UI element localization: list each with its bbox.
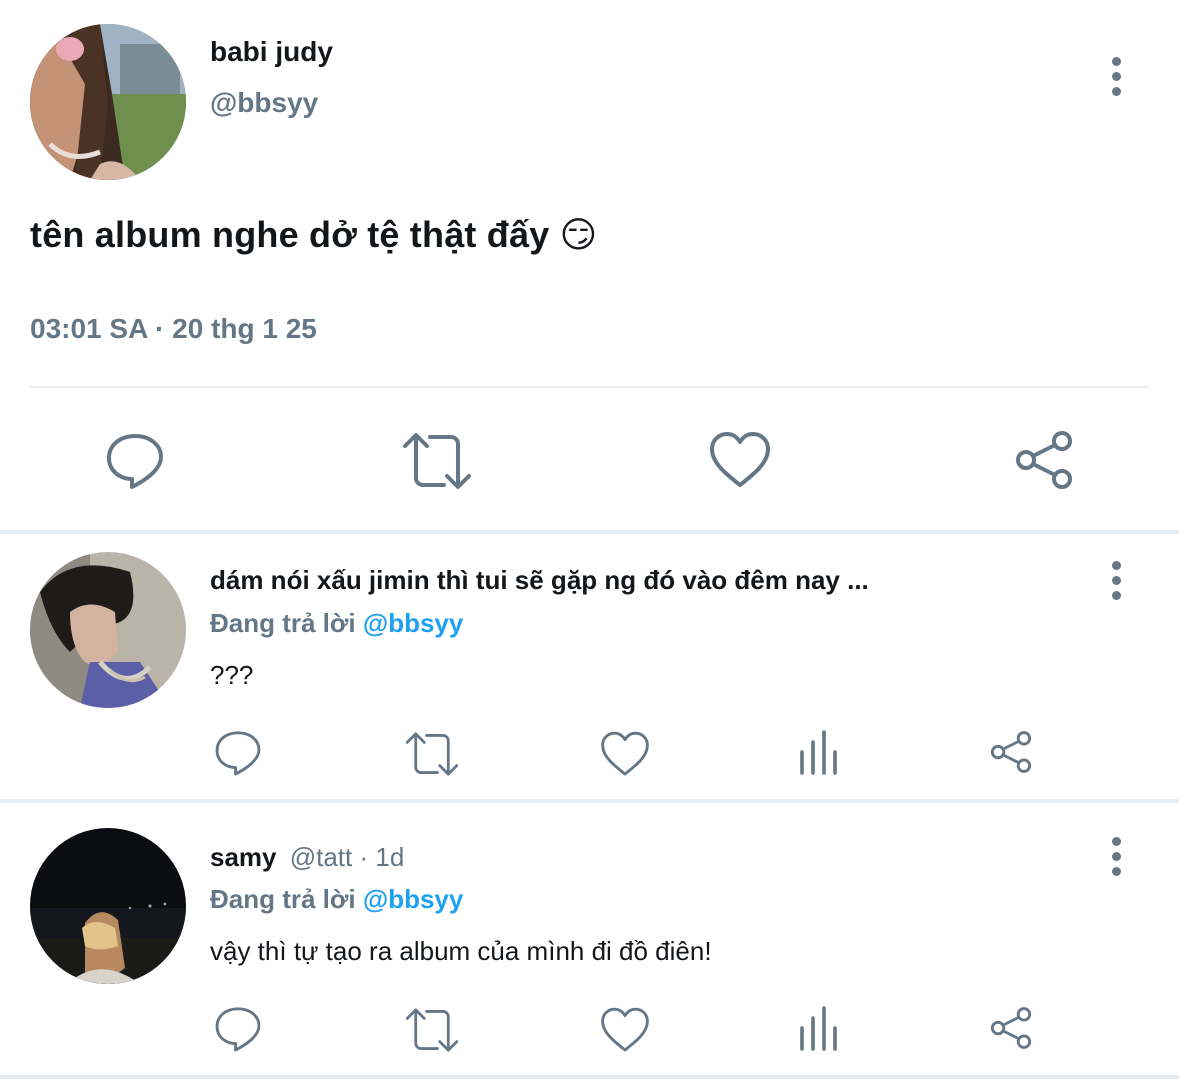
section-separator bbox=[0, 799, 1179, 803]
mention-link[interactable]: @bbsyy bbox=[363, 884, 464, 914]
tweet-timestamp: 03:01 SA · 20 thg 1 25 bbox=[30, 313, 317, 345]
separator-dot: · bbox=[155, 313, 165, 344]
replying-label: Đang trả lời bbox=[210, 608, 356, 638]
avatar[interactable] bbox=[30, 24, 186, 180]
display-name[interactable]: samy bbox=[210, 842, 277, 872]
retweet-icon[interactable] bbox=[403, 1006, 461, 1054]
replying-to: Đang trả lời @bbsyy bbox=[210, 608, 463, 639]
avatar[interactable] bbox=[30, 828, 186, 984]
reply-icon[interactable] bbox=[213, 728, 263, 778]
tweet-date: 20 thg 1 25 bbox=[172, 313, 317, 344]
reply-text: ??? bbox=[210, 660, 254, 690]
share-icon[interactable] bbox=[1012, 430, 1076, 490]
section-separator bbox=[0, 1075, 1179, 1079]
share-icon[interactable] bbox=[988, 1006, 1034, 1050]
tweet-text: tên album nghe dở tệ thật đấy 😏 bbox=[30, 214, 598, 255]
analytics-icon[interactable] bbox=[798, 1006, 840, 1052]
reply-icon[interactable] bbox=[104, 430, 166, 492]
retweet-icon[interactable] bbox=[400, 430, 474, 492]
tweet-time: 03:01 SA bbox=[30, 313, 148, 344]
more-options-icon[interactable] bbox=[1106, 837, 1126, 882]
retweet-icon[interactable] bbox=[403, 730, 461, 778]
more-options-icon[interactable] bbox=[1106, 57, 1126, 102]
reply-text: vậy thì tự tạo ra album của mình đi đồ đ… bbox=[210, 936, 712, 966]
replying-to: Đang trả lời @bbsyy bbox=[210, 884, 463, 915]
more-options-icon[interactable] bbox=[1106, 561, 1126, 606]
mention-link[interactable]: @bbsyy bbox=[363, 608, 464, 638]
user-handle[interactable]: @tatt · 1d bbox=[290, 842, 405, 872]
reply-icon[interactable] bbox=[213, 1004, 263, 1054]
section-separator bbox=[0, 530, 1179, 534]
replying-label: Đang trả lời bbox=[210, 884, 356, 914]
display-name[interactable]: babi judy bbox=[210, 36, 333, 68]
like-icon[interactable] bbox=[599, 1006, 651, 1054]
divider bbox=[30, 386, 1149, 388]
analytics-icon[interactable] bbox=[798, 730, 840, 776]
like-icon[interactable] bbox=[599, 730, 651, 778]
avatar[interactable] bbox=[30, 552, 186, 708]
display-name[interactable]: dám nói xấu jimin thì tui sẽ gặp ng đó v… bbox=[210, 565, 869, 596]
reply-header: samy @tatt · 1d bbox=[210, 842, 404, 873]
like-icon[interactable] bbox=[708, 430, 772, 490]
share-icon[interactable] bbox=[988, 730, 1034, 774]
user-handle[interactable]: @bbsyy bbox=[210, 87, 318, 119]
